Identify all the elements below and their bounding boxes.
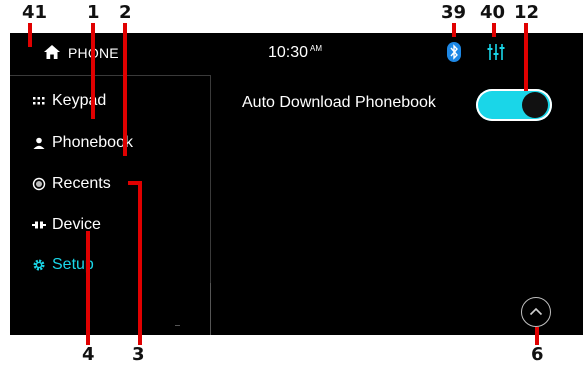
- callout-1: 1: [87, 2, 100, 23]
- sidebar-item-label: Device: [52, 216, 101, 233]
- keypad-icon: [33, 97, 45, 105]
- sidebar-divider: [210, 283, 211, 335]
- callout-41: 41: [22, 2, 48, 23]
- clock-time: 10:30: [268, 44, 309, 61]
- leader-line-3: [138, 181, 142, 345]
- callout-4: 4: [82, 344, 95, 365]
- leader-line-40: [492, 23, 496, 37]
- sidebar-item-keypad[interactable]: Keypad: [32, 89, 106, 113]
- sidebar-item-label: Recents: [52, 175, 111, 192]
- person-icon: [33, 137, 45, 149]
- gear-icon: [33, 259, 45, 271]
- sidebar-marker: [175, 325, 180, 326]
- sidebar-item-recents[interactable]: Recents: [32, 172, 111, 196]
- home-icon[interactable]: [43, 44, 61, 60]
- auto-download-toggle[interactable]: [476, 89, 552, 121]
- toggle-knob: [522, 92, 548, 118]
- callout-39: 39: [441, 2, 467, 23]
- sidebar-item-setup[interactable]: Setup: [32, 253, 94, 277]
- chevron-up-icon: [529, 307, 543, 316]
- leader-line-39: [452, 23, 456, 37]
- leader-line-1: [91, 23, 95, 119]
- leader-line-12: [524, 23, 528, 91]
- leader-line-41: [28, 23, 32, 47]
- bluetooth-icon: [447, 42, 461, 62]
- leader-line-2: [123, 23, 127, 156]
- status-bar: PHONE 10:30AM: [10, 33, 583, 73]
- sidebar-item-label: Phonebook: [52, 134, 133, 151]
- clock: 10:30 AM: [268, 44, 322, 62]
- callout-40: 40: [480, 2, 506, 23]
- callout-12: 12: [514, 2, 540, 23]
- callout-6: 6: [531, 344, 544, 365]
- auto-download-phonebook-label: Auto Download Phonebook: [242, 94, 436, 111]
- equalizer-icon[interactable]: [487, 43, 505, 61]
- leader-line-4: [86, 231, 90, 345]
- phone-screen: PHONE 10:30AM Keypad: [10, 33, 583, 335]
- sidebar-item-phonebook[interactable]: Phonebook: [32, 131, 133, 155]
- scroll-up-button[interactable]: [521, 297, 551, 327]
- sidebar-item-label: Keypad: [52, 92, 107, 109]
- recents-icon: [32, 177, 46, 191]
- leader-line-6: [535, 327, 539, 345]
- callout-2: 2: [119, 2, 132, 23]
- sidebar: [10, 75, 211, 335]
- clock-ampm: AM: [310, 44, 323, 53]
- sidebar-item-device[interactable]: Device: [32, 213, 101, 237]
- device-icon: [32, 221, 46, 229]
- callout-3: 3: [132, 344, 145, 365]
